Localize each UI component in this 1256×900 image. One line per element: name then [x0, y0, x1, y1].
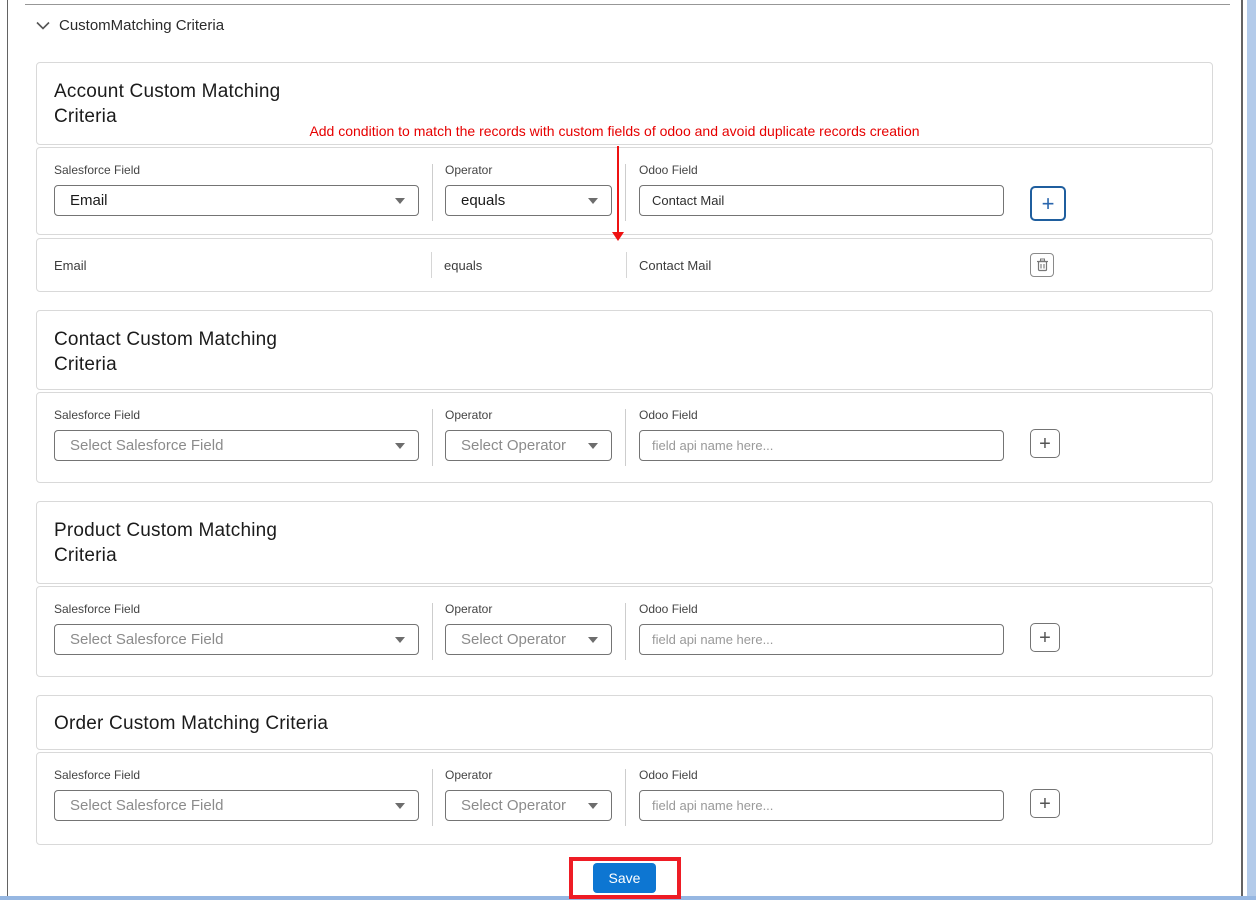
account-odoo-field-input[interactable] [639, 185, 1004, 216]
save-area: Save [36, 857, 1213, 899]
contact-add-criteria-button[interactable]: + [1030, 429, 1060, 458]
product-section-title: Product Custom Matching Criteria [54, 520, 278, 566]
column-divider [625, 769, 626, 826]
account-salesforce-field-select[interactable]: Email [54, 185, 419, 216]
contact-criteria-row: Salesforce Field Select Salesforce Field… [36, 392, 1213, 483]
custom-matching-section-toggle[interactable]: CustomMatching Criteria [36, 15, 1213, 35]
column-divider [432, 769, 433, 826]
contact-title-card: Contact Custom Matching Criteria [36, 310, 1213, 390]
saved-odoo-field: Contact Mail [639, 257, 712, 273]
column-divider [625, 409, 626, 466]
order-salesforce-field-select[interactable]: Select Salesforce Field [54, 790, 419, 821]
vertical-scrollbar[interactable] [1247, 0, 1256, 900]
account-section-title: Account Custom Matching Criteria [54, 81, 281, 127]
account-title-card: Account Custom Matching Criteria Add con… [36, 62, 1213, 145]
contact-salesforce-field-select[interactable]: Select Salesforce Field [54, 430, 419, 461]
column-divider [431, 252, 432, 278]
odoo-field-label: Odoo Field [639, 602, 698, 616]
odoo-field-label: Odoo Field [639, 163, 698, 177]
order-title-card: Order Custom Matching Criteria [36, 695, 1213, 750]
odoo-field-label: Odoo Field [639, 768, 698, 782]
chevron-down-icon [588, 197, 598, 204]
order-add-criteria-button[interactable]: + [1030, 789, 1060, 818]
salesforce-field-label: Salesforce Field [54, 408, 141, 422]
contact-section-title: Contact Custom Matching Criteria [54, 329, 278, 375]
column-divider [626, 252, 627, 278]
chevron-down-icon [36, 21, 50, 30]
salesforce-field-label: Salesforce Field [54, 768, 141, 782]
chevron-down-icon [588, 802, 598, 809]
annotation-text: Add condition to match the records with … [309, 123, 920, 139]
product-salesforce-field-select[interactable]: Select Salesforce Field [54, 624, 419, 655]
salesforce-field-label: Salesforce Field [54, 163, 141, 177]
settings-content: CustomMatching Criteria Account Custom M… [36, 0, 1213, 899]
saved-operator: equals [444, 257, 483, 273]
product-title-card: Product Custom Matching Criteria [36, 501, 1213, 584]
chevron-down-icon [588, 636, 598, 643]
order-operator-select[interactable]: Select Operator [445, 790, 612, 821]
column-divider [432, 409, 433, 466]
trash-icon [1036, 258, 1048, 272]
operator-label: Operator [445, 408, 493, 422]
section-header-title: CustomMatching Criteria [59, 16, 225, 34]
chevron-down-icon [588, 442, 598, 449]
chevron-down-icon [395, 197, 405, 204]
page-right-border [1241, 0, 1243, 900]
chevron-down-icon [395, 636, 405, 643]
saved-salesforce-field: Email [54, 257, 87, 273]
account-saved-criteria-row: Email equals Contact Mail [36, 238, 1213, 292]
chevron-down-icon [395, 442, 405, 449]
contact-operator-select[interactable]: Select Operator [445, 430, 612, 461]
salesforce-field-label: Salesforce Field [54, 602, 141, 616]
column-divider [625, 603, 626, 660]
account-criteria-row: Salesforce Field Email Operator equals O… [36, 147, 1213, 235]
account-operator-select[interactable]: equals [445, 185, 612, 216]
account-add-criteria-button[interactable]: + [1030, 186, 1066, 221]
operator-label: Operator [445, 768, 493, 782]
product-matching-section: Product Custom Matching Criteria Salesfo… [36, 501, 1213, 677]
save-highlight-annotation: Save [568, 857, 681, 899]
odoo-field-label: Odoo Field [639, 408, 698, 422]
product-odoo-field-input[interactable] [639, 624, 1004, 655]
order-section-title: Order Custom Matching Criteria [54, 713, 329, 734]
product-add-criteria-button[interactable]: + [1030, 623, 1060, 652]
product-criteria-row: Salesforce Field Select Salesforce Field… [36, 586, 1213, 677]
column-divider [625, 164, 626, 221]
column-divider [432, 164, 433, 221]
account-matching-section: Account Custom Matching Criteria Add con… [36, 62, 1213, 292]
operator-label: Operator [445, 602, 493, 616]
column-divider [432, 603, 433, 660]
save-button[interactable]: Save [593, 863, 656, 893]
contact-matching-section: Contact Custom Matching Criteria Salesfo… [36, 310, 1213, 483]
contact-odoo-field-input[interactable] [639, 430, 1004, 461]
order-criteria-row: Salesforce Field Select Salesforce Field… [36, 752, 1213, 845]
operator-label: Operator [445, 163, 493, 177]
delete-criteria-button[interactable] [1030, 253, 1054, 277]
chevron-down-icon [395, 802, 405, 809]
order-matching-section: Order Custom Matching Criteria Salesforc… [36, 695, 1213, 845]
product-operator-select[interactable]: Select Operator [445, 624, 612, 655]
page-left-border [7, 0, 8, 900]
order-odoo-field-input[interactable] [639, 790, 1004, 821]
